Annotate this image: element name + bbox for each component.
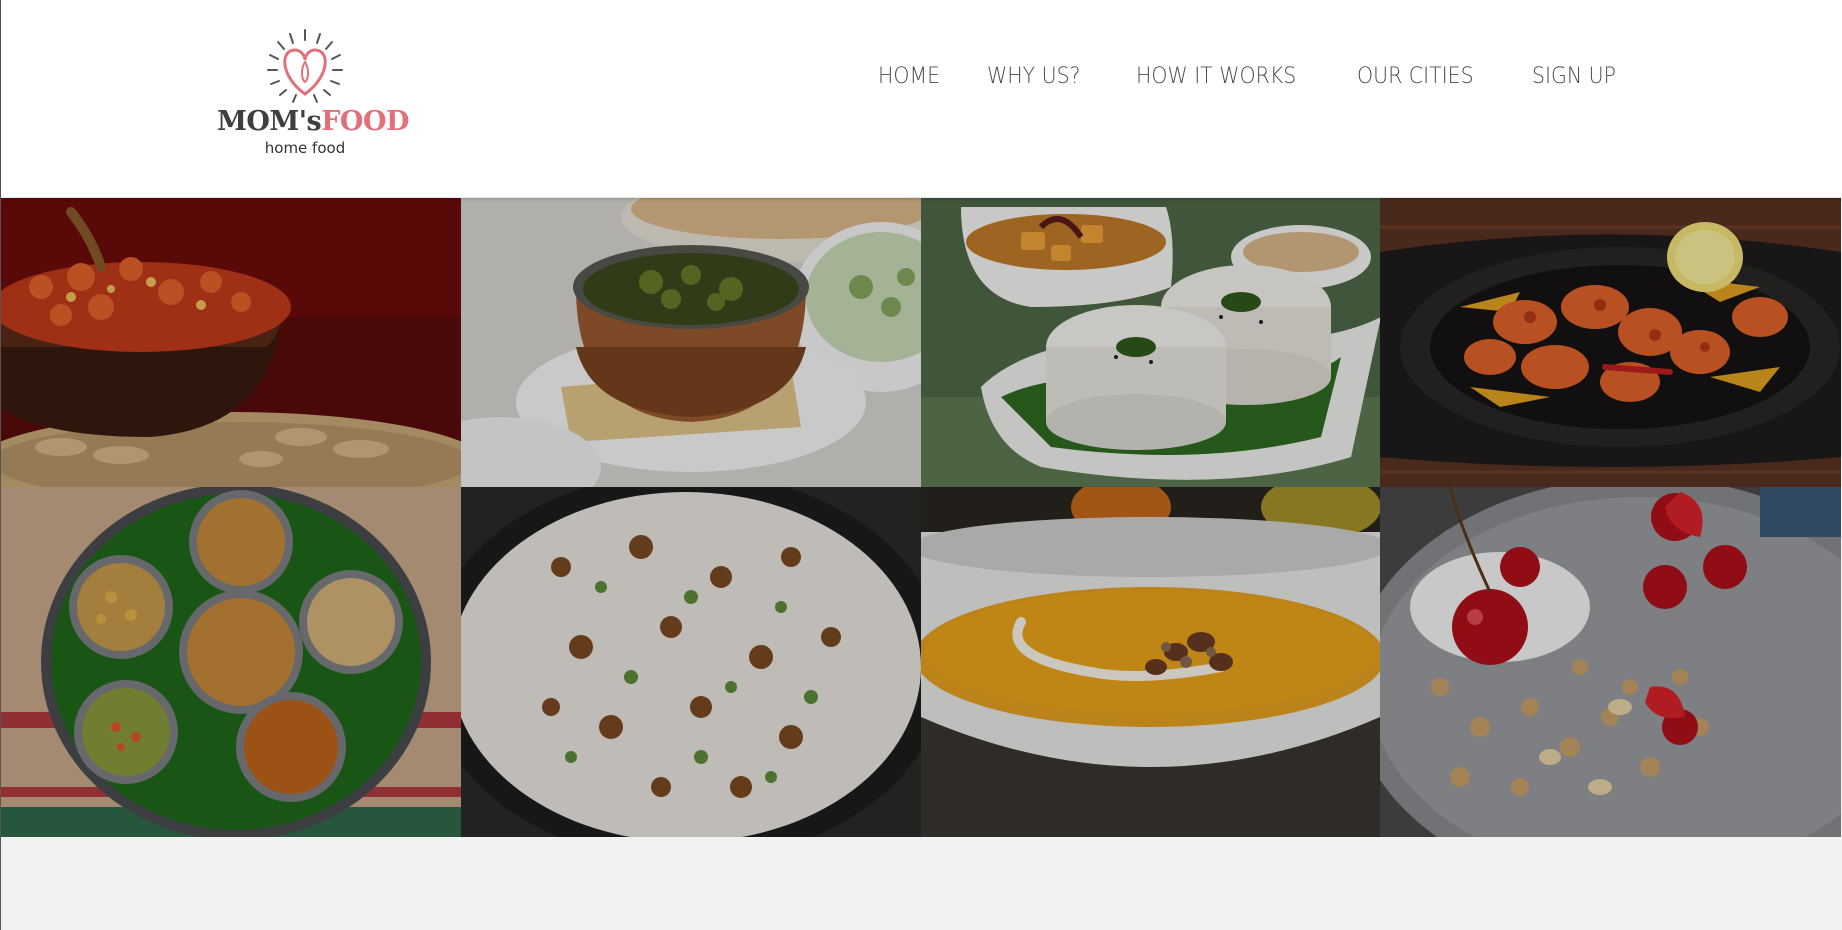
logo-wordmark: MOM'sFOOD bbox=[217, 106, 409, 137]
nav-home[interactable]: HOME bbox=[878, 64, 979, 89]
saag-in-copper-pot-image bbox=[461, 197, 921, 487]
heart-sunburst-icon bbox=[267, 29, 343, 103]
idli-sambar-image bbox=[921, 197, 1380, 487]
gallery-tile-chicken-tikka[interactable] bbox=[1380, 197, 1841, 487]
site-header: MOM'sFOOD home food HOME WHY US? HOW IT … bbox=[1, 0, 1842, 198]
nav-sign-up[interactable]: SIGN UP bbox=[1532, 64, 1620, 89]
main-nav: HOME WHY US? HOW IT WORKS OUR CITIES SIG… bbox=[878, 64, 1627, 89]
nav-our-cities[interactable]: OUR CITIES bbox=[1357, 64, 1520, 89]
granola-cherries-image bbox=[1380, 487, 1841, 837]
logo-tagline: home food bbox=[264, 139, 346, 157]
gallery-tile-idli[interactable] bbox=[921, 197, 1380, 487]
gallery-tile-thali[interactable] bbox=[1, 487, 461, 837]
thali-platter-image bbox=[1, 487, 461, 837]
sizzling-chicken-tikka-image bbox=[1380, 197, 1841, 487]
gallery-tile-granola[interactable] bbox=[1380, 487, 1841, 837]
logo-word-mom: MOM's bbox=[217, 106, 322, 137]
nav-why-us[interactable]: WHY US? bbox=[987, 64, 1126, 89]
red-curry-bowl-image bbox=[1, 197, 461, 487]
gallery-tile-biryani[interactable] bbox=[461, 487, 921, 837]
food-gallery bbox=[1, 197, 1841, 837]
pumpkin-soup-image bbox=[921, 487, 1380, 837]
logo-word-food: FOOD bbox=[321, 106, 409, 137]
site-logo[interactable]: MOM'sFOOD home food bbox=[217, 28, 409, 164]
gallery-tile-pumpkin-soup[interactable] bbox=[921, 487, 1380, 837]
gallery-tile-saag[interactable] bbox=[461, 197, 921, 487]
gallery-tile-red-curry[interactable] bbox=[1, 197, 461, 487]
biryani-pan-image bbox=[461, 487, 921, 837]
nav-how-it-works[interactable]: HOW IT WORKS bbox=[1136, 64, 1342, 89]
